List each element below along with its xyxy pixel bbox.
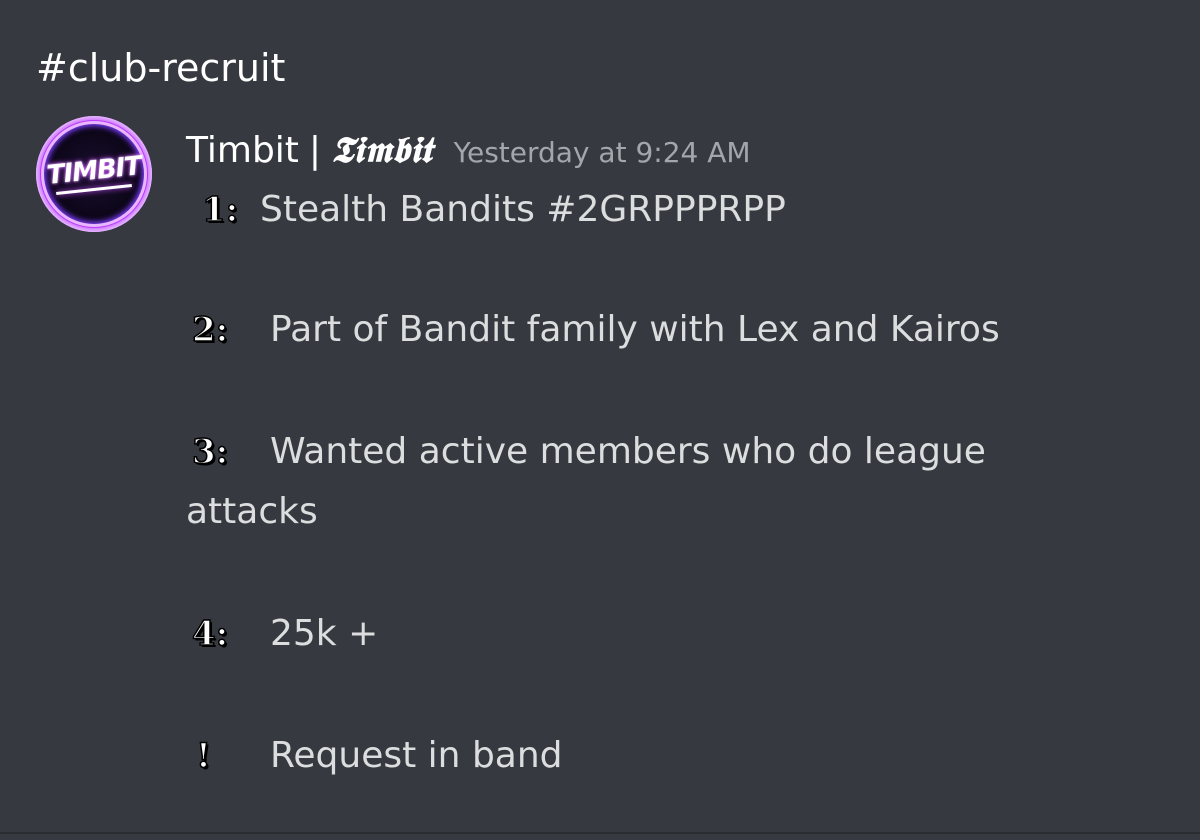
message-line-4: 4: 25k + [191,606,379,662]
message-timestamp[interactable]: Yesterday at 9:24 AM [454,125,751,181]
message-text-3: Wanted active members who do league [270,431,986,472]
message-text-3-continued: attacks [186,491,318,532]
author-name-fancy[interactable]: 𝕿𝖎𝖒𝖇𝖎𝖙 [331,129,432,171]
message-text-4: 25k + [270,613,379,654]
bullet-1-icon: 1: [201,189,239,231]
message-text-5: Request in band [270,735,563,776]
author-name[interactable]: Timbit | 𝕿𝖎𝖒𝖇𝖎𝖙 [186,122,432,179]
message-line-1: 1: Stealth Bandits #2GRPPPRPP [201,182,786,238]
bottom-divider [0,832,1200,834]
exclamation-icon: ! [195,735,211,777]
user-avatar[interactable]: TIMBIT [36,116,152,232]
bullet-2-icon: 2: [191,309,229,351]
message-line-5: ! Request in band [195,728,563,784]
bullet-4-icon: 4: [191,613,229,655]
message-text-2: Part of Bandit family with Lex and Kairo… [270,309,1000,350]
channel-title: #club-recruit [36,46,286,90]
message-line-2: 2: Part of Bandit family with Lex and Ka… [191,302,1000,358]
message-line-3: 3: Wanted active members who do league [191,424,986,480]
bullet-3-icon: 3: [191,431,229,473]
message-header: Timbit | 𝕿𝖎𝖒𝖇𝖎𝖙 Yesterday at 9:24 AM [186,122,751,178]
author-separator: | [308,130,322,171]
message-text-1: Stealth Bandits #2GRPPPRPP [260,189,786,230]
message-line-3-continued: attacks [186,484,318,540]
author-name-plain[interactable]: Timbit [186,130,299,171]
